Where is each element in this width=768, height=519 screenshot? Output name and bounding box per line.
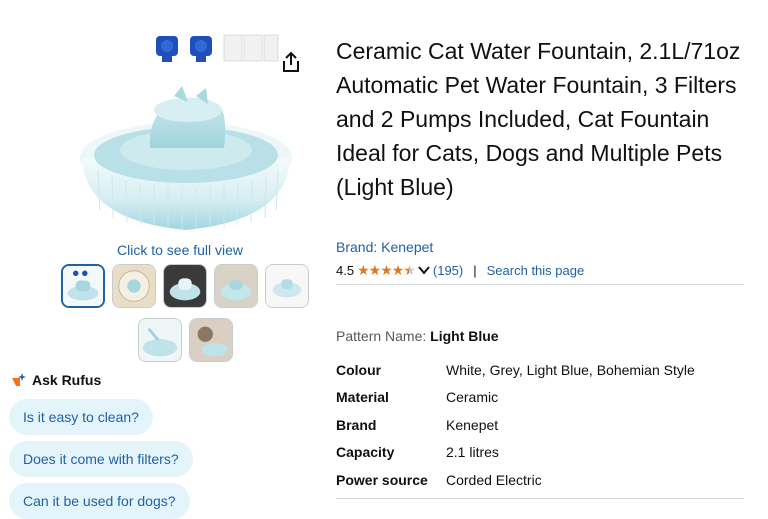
star-rating[interactable]: ★ ★ ★ ★ ★	[357, 261, 416, 279]
star-icon: ★	[391, 261, 405, 278]
rating-value: 4.5	[336, 262, 355, 278]
ask-rufus-label: Ask Rufus	[32, 372, 102, 388]
spec-value: 2.1 litres	[446, 444, 499, 460]
spec-key: Power source	[336, 472, 428, 488]
ask-rufus-heading: Ask Rufus	[10, 372, 101, 388]
rating-row: 4.5 ★ ★ ★ ★ ★ (195) | Search this page	[336, 261, 584, 279]
spec-value: Corded Electric	[446, 472, 542, 488]
pattern-name: Pattern Name: Light Blue	[336, 328, 499, 344]
thumbnail-1[interactable]	[61, 264, 105, 308]
spec-value: Ceramic	[446, 389, 499, 405]
pattern-value: Light Blue	[430, 328, 499, 344]
pattern-label: Pattern Name:	[336, 328, 431, 344]
spec-value: Kenepet	[446, 417, 499, 433]
star-icon: ★	[357, 261, 370, 278]
thumbnail-2[interactable]	[112, 264, 156, 308]
spec-key: Capacity	[336, 444, 395, 460]
divider-line	[336, 284, 744, 285]
thumbnail-4[interactable]	[214, 264, 258, 308]
share-icon[interactable]	[280, 50, 302, 74]
chevron-down-icon[interactable]	[417, 263, 431, 277]
search-page-link[interactable]: Search this page	[487, 263, 585, 278]
thumbnail-7[interactable]	[189, 318, 233, 362]
rufus-question-2[interactable]: Does it come with filters?	[9, 441, 193, 477]
thumbnail-6[interactable]	[138, 318, 182, 362]
rufus-question-3[interactable]: Can it be used for dogs?	[9, 483, 190, 519]
brand-link[interactable]: Brand: Kenepet	[336, 239, 433, 255]
star-icon: ★	[368, 261, 382, 278]
main-product-image[interactable]	[78, 30, 300, 240]
divider: |	[473, 262, 477, 278]
thumbnail-3[interactable]	[163, 264, 207, 308]
pumps-illustration	[156, 34, 279, 62]
star-icon: ★	[380, 261, 393, 278]
spec-key: Colour	[336, 362, 382, 378]
click-full-view-link[interactable]: Click to see full view	[117, 242, 243, 258]
divider-line	[336, 498, 744, 499]
spec-value: White, Grey, Light Blue, Bohemian Style	[446, 362, 695, 378]
ratings-count-link[interactable]: (195)	[433, 263, 463, 278]
thumbnail-5[interactable]	[265, 264, 309, 308]
rufus-icon	[12, 373, 26, 386]
product-title: Ceramic Cat Water Fountain, 2.1L/71oz Au…	[336, 38, 741, 200]
half-star-icon: ★	[403, 261, 416, 278]
spec-key: Brand	[336, 417, 377, 433]
spec-key: Material	[336, 389, 389, 405]
rufus-question-1[interactable]: Is it easy to clean?	[9, 399, 153, 435]
